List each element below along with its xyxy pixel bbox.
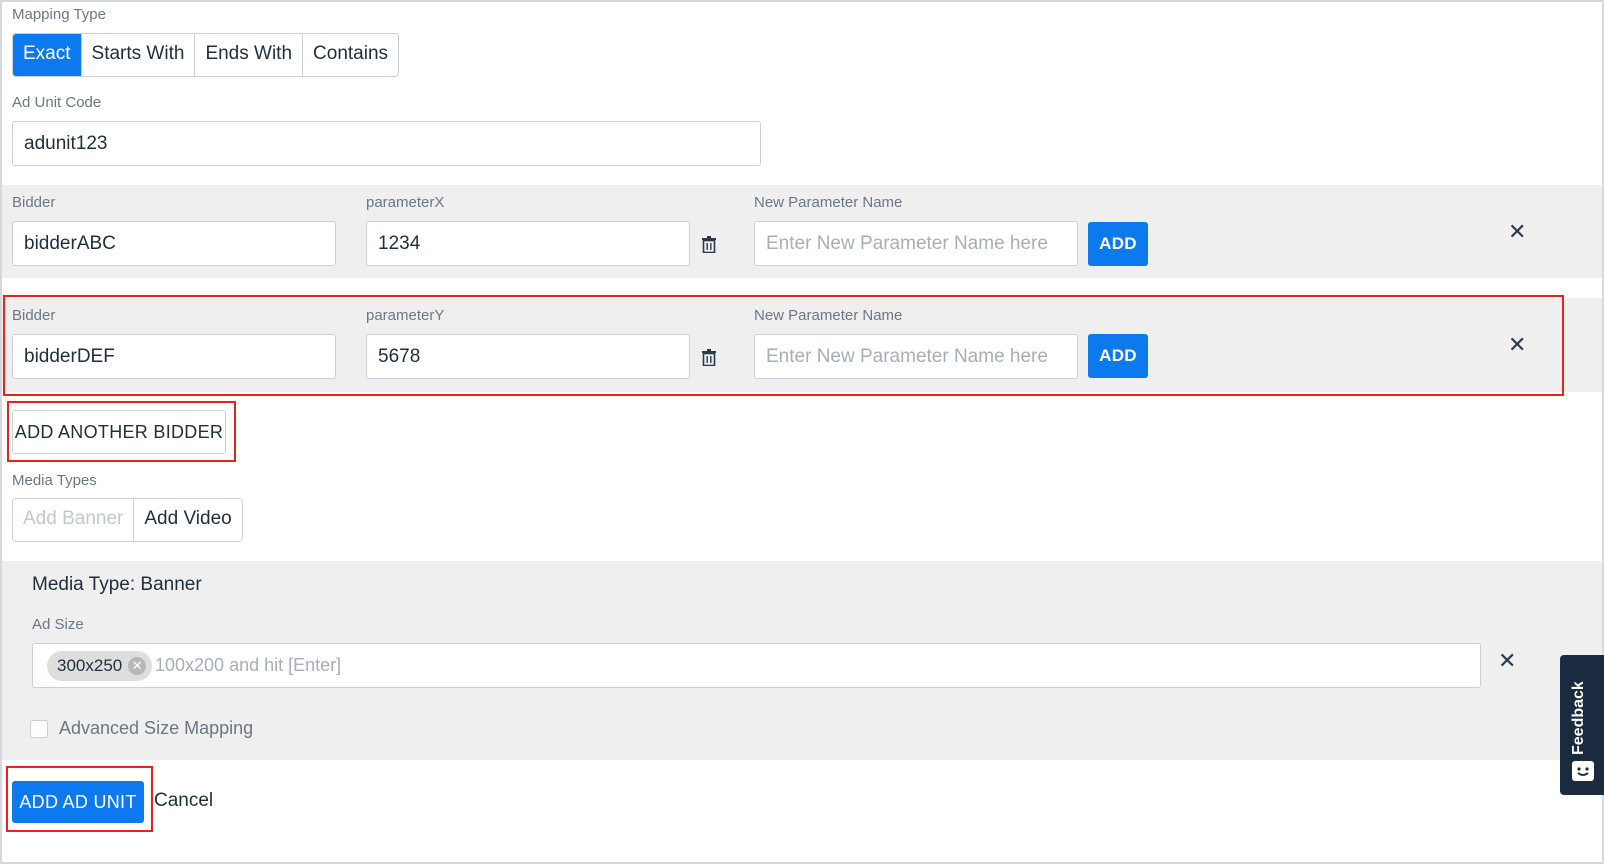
trash-icon[interactable] <box>702 236 716 258</box>
feedback-label: Feedback <box>1570 681 1587 755</box>
bidder-label: Bidder <box>12 194 56 211</box>
ad-size-label: Ad Size <box>32 616 84 633</box>
highlight-box-bidder <box>3 295 1564 396</box>
mapping-option-contains[interactable]: Contains <box>303 34 399 76</box>
ad-size-placeholder: 100x200 and hit [Enter] <box>155 655 342 675</box>
add-param-button[interactable]: ADD <box>1088 222 1148 266</box>
advanced-size-mapping-label: Advanced Size Mapping <box>59 718 254 738</box>
bidder-row-1: Bidder bidderABC parameterX 1234 New Par… <box>2 185 1602 278</box>
smiley-icon <box>1572 761 1594 781</box>
add-banner-button: Add Banner <box>13 499 135 541</box>
banner-title: Media Type: Banner <box>32 574 202 595</box>
ad-size-chip: 300x250 ✕ <box>47 651 153 681</box>
mapping-option-starts-with[interactable]: Starts With <box>81 34 196 76</box>
media-types-segmented: Add Banner Add Video <box>12 498 243 542</box>
remove-media-type-icon[interactable]: ✕ <box>1498 650 1516 672</box>
new-param-input[interactable]: Enter New Parameter Name here <box>754 221 1078 266</box>
ad-unit-code-input[interactable]: adunit123 <box>12 121 761 166</box>
ad-size-chip-label: 300x250 <box>57 656 123 675</box>
bidder-input[interactable]: bidderABC <box>12 221 336 266</box>
param-label: parameterX <box>366 194 445 211</box>
highlight-box-add-ad-unit <box>6 766 153 832</box>
mapping-option-ends-with[interactable]: Ends With <box>195 34 304 76</box>
mapping-type-segmented: Exact Starts With Ends With Contains <box>12 33 400 77</box>
advanced-size-mapping-checkbox[interactable] <box>30 720 48 738</box>
ad-size-input[interactable]: 300x250 ✕ 100x200 and hit [Enter] <box>32 643 1481 688</box>
param-input[interactable]: 1234 <box>366 221 690 266</box>
ad-unit-code-label: Ad Unit Code <box>12 94 102 111</box>
cancel-link[interactable]: Cancel <box>154 790 213 812</box>
mapping-option-exact[interactable]: Exact <box>13 34 82 76</box>
new-param-label: New Parameter Name <box>754 194 903 211</box>
remove-bidder-icon[interactable]: ✕ <box>1508 221 1526 243</box>
media-types-label: Media Types <box>12 472 97 489</box>
highlight-box-add-bidder <box>7 401 236 462</box>
remove-chip-icon[interactable]: ✕ <box>128 657 147 675</box>
media-type-banner-panel: Media Type: Banner Ad Size 300x250 ✕ 100… <box>2 561 1602 760</box>
mapping-type-label: Mapping Type <box>12 6 106 23</box>
add-video-button[interactable]: Add Video <box>134 499 242 541</box>
feedback-tab[interactable]: Feedback <box>1560 655 1604 795</box>
